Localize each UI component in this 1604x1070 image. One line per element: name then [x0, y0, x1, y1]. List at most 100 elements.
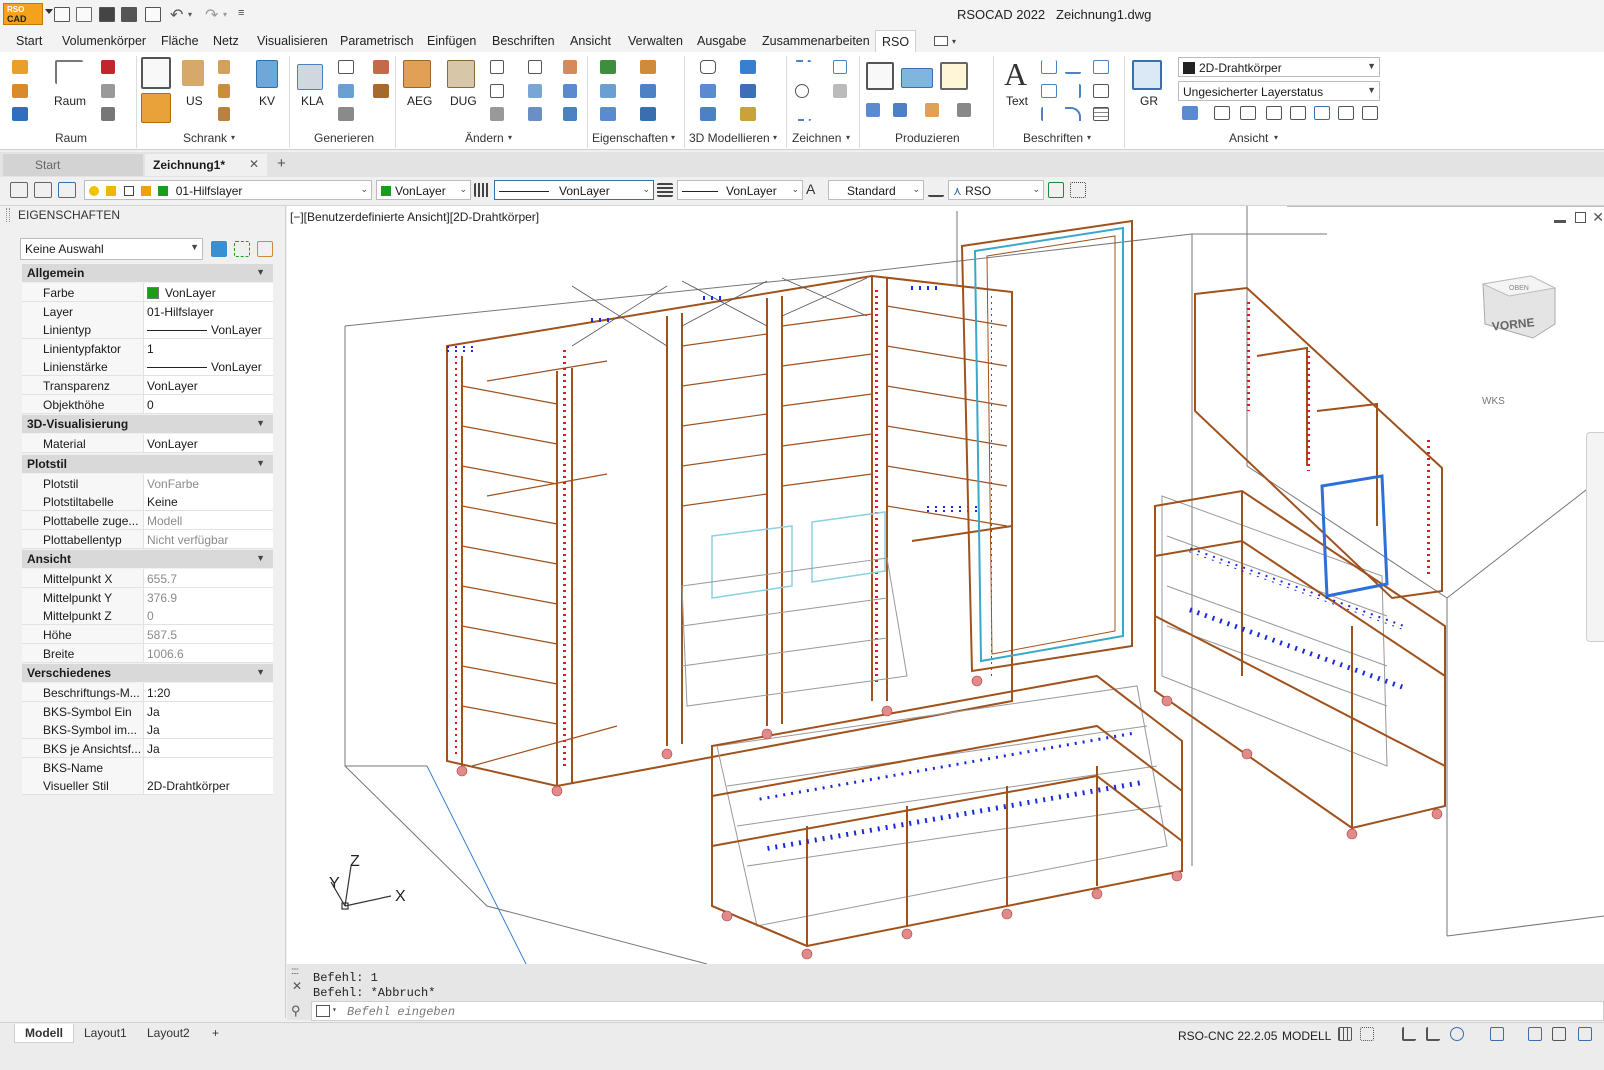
section-header[interactable]: Allgemein ▼ [22, 264, 273, 282]
property-row[interactable]: Mittelpunkt Z0 [22, 606, 273, 626]
grid-display-icon[interactable] [1338, 1027, 1352, 1041]
command-prompt-icon[interactable] [316, 1005, 330, 1017]
move-icon[interactable] [490, 60, 504, 74]
property-row[interactable]: Mittelpunkt Y 376.9 [22, 587, 273, 607]
property-row[interactable]: BKS-Name [22, 757, 273, 777]
new-tab-icon[interactable]: + [277, 155, 286, 172]
property-row[interactable]: Plottabellentyp Nicht verfügbar [22, 529, 273, 549]
list-icon[interactable] [101, 107, 115, 121]
zoom-extents-icon[interactable] [1314, 106, 1330, 120]
app-logo[interactable]: RSO CAD [3, 3, 43, 25]
subtract-icon[interactable] [740, 84, 756, 98]
viewcube-top-label[interactable]: OBEN [1509, 285, 1529, 292]
tab-ansicht[interactable]: Ansicht [570, 34, 611, 48]
lineweight-select[interactable]: VonLayer ⌄ [677, 180, 803, 200]
panel-label-zeichnen[interactable]: Zeichnen [792, 131, 841, 145]
copy-icon[interactable] [490, 84, 504, 98]
edge-band-icon[interactable] [600, 107, 616, 121]
redo-dropdown-icon[interactable]: ▾ [223, 10, 227, 19]
property-row[interactable]: BKS-Symbol im... Ja [22, 720, 273, 740]
rso-cabinet-icon[interactable] [141, 93, 171, 123]
collapse-icon[interactable]: ▼ [256, 553, 265, 563]
property-row[interactable]: Visueller Stil 2D-Drahtkörper [22, 776, 273, 796]
layout-icon[interactable] [1290, 106, 1306, 120]
layout-tab-model[interactable]: Modell [14, 1024, 74, 1043]
toggle-pickadd-icon[interactable] [211, 241, 227, 257]
nesting-icon[interactable] [893, 103, 907, 117]
property-row[interactable]: BKS je Ansichtsf... Ja [22, 739, 273, 758]
layout-tab-layout1[interactable]: Layout1 [74, 1024, 137, 1042]
dug-icon[interactable] [447, 60, 475, 88]
collapse-icon[interactable]: ▼ [256, 458, 265, 468]
section-header[interactable]: Verschiedenes ▼ [22, 664, 273, 683]
exchange-icon[interactable] [12, 107, 28, 121]
open-file-icon[interactable] [76, 7, 92, 22]
object-snap-tracking-icon[interactable] [1490, 1027, 1504, 1041]
drawing-viewport[interactable]: X Y Z VORNE OBEN WKS ✕ [287, 206, 1604, 964]
command-close-icon[interactable]: ✕ [292, 979, 302, 993]
property-row[interactable]: BKS-Symbol Ein Ja [22, 701, 273, 721]
table-icon[interactable] [1093, 107, 1109, 121]
tab-netz[interactable]: Netz [213, 34, 239, 48]
kitchen-wireframe-scene[interactable]: X Y Z VORNE OBEN WKS [287, 206, 1604, 964]
section-header[interactable]: Plotstil ▼ [22, 454, 273, 473]
tab-einfuegen[interactable]: Einfügen [427, 34, 476, 48]
command-recent-dropdown-icon[interactable]: ▾ [332, 1005, 337, 1015]
property-row[interactable]: Beschriftungs-M... 1:20 [22, 683, 273, 703]
property-row[interactable]: Plotstiltabelle Keine [22, 492, 273, 512]
layer-match-icon[interactable] [58, 182, 76, 198]
leader-icon[interactable] [1093, 60, 1109, 74]
box-icon[interactable] [700, 60, 716, 74]
offset-icon[interactable] [563, 84, 577, 98]
save-as-icon[interactable] [121, 7, 137, 22]
visual-style-select[interactable]: 2D-Drahtkörper ▼ [1178, 57, 1380, 77]
slice-icon[interactable] [740, 107, 756, 121]
wall-unit-icon[interactable] [256, 60, 278, 88]
layer-state-select[interactable]: Ungesicherter Layerstatus ▼ [1178, 81, 1380, 101]
command-input[interactable]: ▾ Befehl eingeben [311, 1001, 1604, 1021]
model-space-button[interactable]: MODELL [1282, 1029, 1331, 1043]
property-row[interactable]: Linientyp VonLayer [22, 320, 273, 340]
flag-icon[interactable] [101, 60, 115, 74]
property-row[interactable]: Material VonLayer [22, 434, 273, 454]
panel-expand-icon[interactable]: ▾ [846, 133, 850, 142]
drawer-icon[interactable] [218, 107, 230, 121]
panel-label-aendern[interactable]: Ändern [465, 131, 504, 145]
select-objects-icon[interactable] [234, 241, 250, 257]
tab-flaeche[interactable]: Fläche [161, 34, 199, 48]
panel-label-3d-modellieren[interactable]: 3D Modellieren [689, 131, 770, 145]
cabinet-icon[interactable] [141, 57, 171, 89]
rectangle-icon[interactable] [833, 60, 847, 74]
edit-part-icon[interactable] [528, 60, 542, 74]
tab-volumenkoerper[interactable]: Volumenkörper [62, 34, 146, 48]
section-header[interactable]: Ansicht ▼ [22, 550, 273, 569]
property-row[interactable]: Farbe VonLayer [22, 283, 273, 302]
new-file-icon[interactable] [54, 7, 70, 22]
camera-icon[interactable] [1240, 106, 1256, 120]
color-select[interactable]: VonLayer ⌄ [376, 180, 471, 200]
panel-label-ansicht[interactable]: Ansicht [1229, 131, 1268, 145]
position-icon[interactable] [640, 107, 656, 121]
align-icon[interactable] [528, 107, 542, 121]
panel-label-schrank[interactable]: Schrank [183, 131, 227, 145]
wrench-icon[interactable]: ⚲ [291, 1003, 301, 1019]
section-header[interactable]: 3D-Visualisierung ▼ [22, 415, 273, 434]
shelf-icon[interactable] [218, 84, 230, 98]
dim-style-select[interactable]: ⋏ RSO ⌄ [948, 180, 1044, 200]
regen-icon[interactable] [1338, 106, 1354, 120]
redo-icon[interactable]: ↷ [205, 5, 218, 25]
panel-expand-icon[interactable]: ▾ [1274, 133, 1278, 142]
save-icon[interactable] [99, 7, 115, 22]
room-tool-icon[interactable] [55, 60, 83, 84]
layer-select[interactable]: 01-Hilfslayer ⌄ [84, 180, 372, 200]
layout-tab-layout2[interactable]: Layout2 [137, 1024, 200, 1042]
viewport-restore-icon[interactable] [1575, 212, 1586, 223]
aligned-dim-icon[interactable] [1065, 60, 1081, 74]
cutlist-icon[interactable] [866, 62, 894, 90]
ortho-icon[interactable] [1402, 1027, 1416, 1041]
swap-icon[interactable] [563, 107, 577, 121]
grain-icon[interactable] [640, 60, 656, 74]
close-icon[interactable]: ✕ [249, 157, 259, 171]
property-row[interactable]: Objekthöhe 0 [22, 394, 273, 414]
property-row[interactable]: Mittelpunkt X 655.7 [22, 569, 273, 589]
